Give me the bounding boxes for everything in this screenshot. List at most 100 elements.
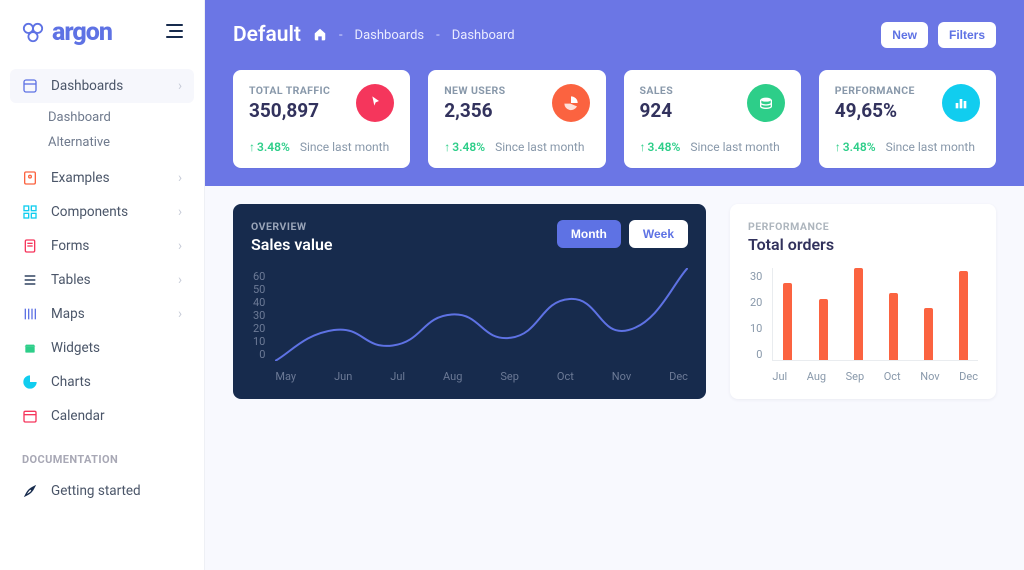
chevron-right-icon: › [178, 238, 182, 254]
y-tick: 30 [750, 270, 762, 283]
stat-value: 49,65% [835, 99, 915, 122]
calendar-icon [22, 408, 38, 424]
stat-period: Since last month [690, 140, 779, 154]
pie-chart-icon [552, 84, 590, 122]
stat-period: Since last month [886, 140, 975, 154]
orders-bar [854, 268, 863, 360]
x-tick: Dec [959, 370, 978, 383]
sales-panel: OVERVIEW Sales value Month Week 60504030… [233, 204, 706, 399]
orders-bar [924, 308, 933, 360]
y-tick: 10 [750, 322, 762, 335]
x-tick: Jul [390, 370, 405, 383]
sidebar-item-components[interactable]: Components › [10, 195, 194, 229]
sidebar-item-label: Maps [51, 306, 85, 322]
sidebar-item-maps[interactable]: Maps › [10, 297, 194, 331]
chevron-right-icon: › [178, 78, 182, 94]
y-tick: 0 [750, 348, 762, 361]
brand-name: argon [52, 18, 112, 47]
stat-value: 924 [640, 99, 674, 122]
sidebar-item-label: Tables [51, 272, 91, 288]
y-tick: 50 [253, 283, 265, 296]
sidebar-submenu-dashboards: Dashboard Alternative [48, 105, 194, 155]
crumb-dashboard[interactable]: Dashboard [452, 28, 515, 43]
y-tick: 60 [253, 270, 265, 283]
sidebar-item-label: Getting started [51, 483, 141, 499]
x-tick: Sep [846, 370, 865, 383]
forms-icon [22, 238, 38, 254]
charts-icon [22, 374, 38, 390]
new-button[interactable]: New [881, 22, 928, 48]
sidebar-item-forms[interactable]: Forms › [10, 229, 194, 263]
stat-period: Since last month [495, 140, 584, 154]
orders-panel: PERFORMANCE Total orders 3020100 JulAugS… [730, 204, 996, 399]
x-tick: Aug [807, 370, 826, 383]
sidebar-item-tables[interactable]: Tables › [10, 263, 194, 297]
y-tick: 40 [253, 296, 265, 309]
stat-delta: 3.48% [249, 140, 290, 154]
orders-title: Total orders [748, 235, 834, 254]
sales-range-toggle: Month Week [557, 220, 688, 248]
brand-mark-icon [22, 22, 44, 44]
stat-label: TOTAL TRAFFIC [249, 84, 330, 97]
stat-delta: 3.48% [640, 140, 681, 154]
brand-logo[interactable]: argon [22, 18, 112, 47]
stat-card: NEW USERS 2,356 3.48% Since last month [428, 70, 605, 168]
chevron-right-icon: › [178, 204, 182, 220]
x-tick: Oct [557, 370, 574, 383]
maps-icon [22, 306, 38, 322]
x-tick: Jun [334, 370, 352, 383]
pointer-icon [356, 84, 394, 122]
x-tick: Jul [772, 370, 787, 383]
sidebar-item-label: Dashboards [51, 78, 123, 94]
orders-bar [959, 271, 968, 360]
sidebar-item-examples[interactable]: Examples › [10, 161, 194, 195]
tables-icon [22, 272, 38, 288]
sidebar-item-dashboards[interactable]: Dashboards › [10, 69, 194, 103]
home-icon[interactable] [313, 26, 327, 45]
sidebar-item-getting-started[interactable]: Getting started [10, 474, 194, 508]
sidebar-subitem-dashboard[interactable]: Dashboard [48, 105, 194, 130]
stat-delta: 3.48% [444, 140, 485, 154]
page-title: Default [233, 23, 301, 47]
crumb-dashboards[interactable]: Dashboards [355, 28, 425, 43]
orders-bar [889, 293, 898, 360]
filters-button[interactable]: Filters [938, 22, 996, 48]
sidebar-item-label: Widgets [51, 340, 100, 356]
rocket-icon [22, 483, 38, 499]
breadcrumb: Default - Dashboards - Dashboard [233, 23, 515, 47]
crumb-separator: - [339, 28, 343, 43]
coins-icon [747, 84, 785, 122]
stat-label: PERFORMANCE [835, 84, 915, 97]
y-tick: 20 [750, 296, 762, 309]
toggle-month[interactable]: Month [557, 220, 621, 248]
crumb-separator: - [436, 28, 440, 43]
sidebar-item-widgets[interactable]: Widgets [10, 331, 194, 365]
header-region: Default - Dashboards - Dashboard New Fil… [205, 0, 1024, 186]
stat-value: 2,356 [444, 99, 505, 122]
toggle-week[interactable]: Week [629, 220, 688, 248]
sidebar: argon Dashboards › Dashboard Alternative… [0, 0, 205, 570]
stat-card: PERFORMANCE 49,65% 3.48% Since last month [819, 70, 996, 168]
y-tick: 20 [253, 322, 265, 335]
stat-card: SALES9243.48%Since last month [624, 70, 801, 168]
sidebar-item-calendar[interactable]: Calendar [10, 399, 194, 433]
stat-period: Since last month [300, 140, 389, 154]
x-tick: Dec [669, 370, 688, 383]
sidebar-item-charts[interactable]: Charts [10, 365, 194, 399]
y-tick: 0 [253, 348, 265, 361]
x-tick: Nov [920, 370, 939, 383]
stat-value: 350,897 [249, 99, 330, 122]
orders-bar [783, 283, 792, 360]
stat-label: NEW USERS [444, 84, 505, 97]
sales-overline: OVERVIEW [251, 220, 333, 233]
stat-delta: 3.48% [835, 140, 876, 154]
sales-title: Sales value [251, 235, 333, 254]
menu-toggle-icon[interactable] [164, 23, 184, 43]
examples-icon [22, 170, 38, 186]
sidebar-subitem-alternative[interactable]: Alternative [48, 130, 194, 155]
sidebar-item-label: Charts [51, 374, 91, 390]
x-tick: Oct [884, 370, 901, 383]
x-tick: Aug [443, 370, 462, 383]
widgets-icon [22, 340, 38, 356]
chevron-right-icon: › [178, 306, 182, 322]
